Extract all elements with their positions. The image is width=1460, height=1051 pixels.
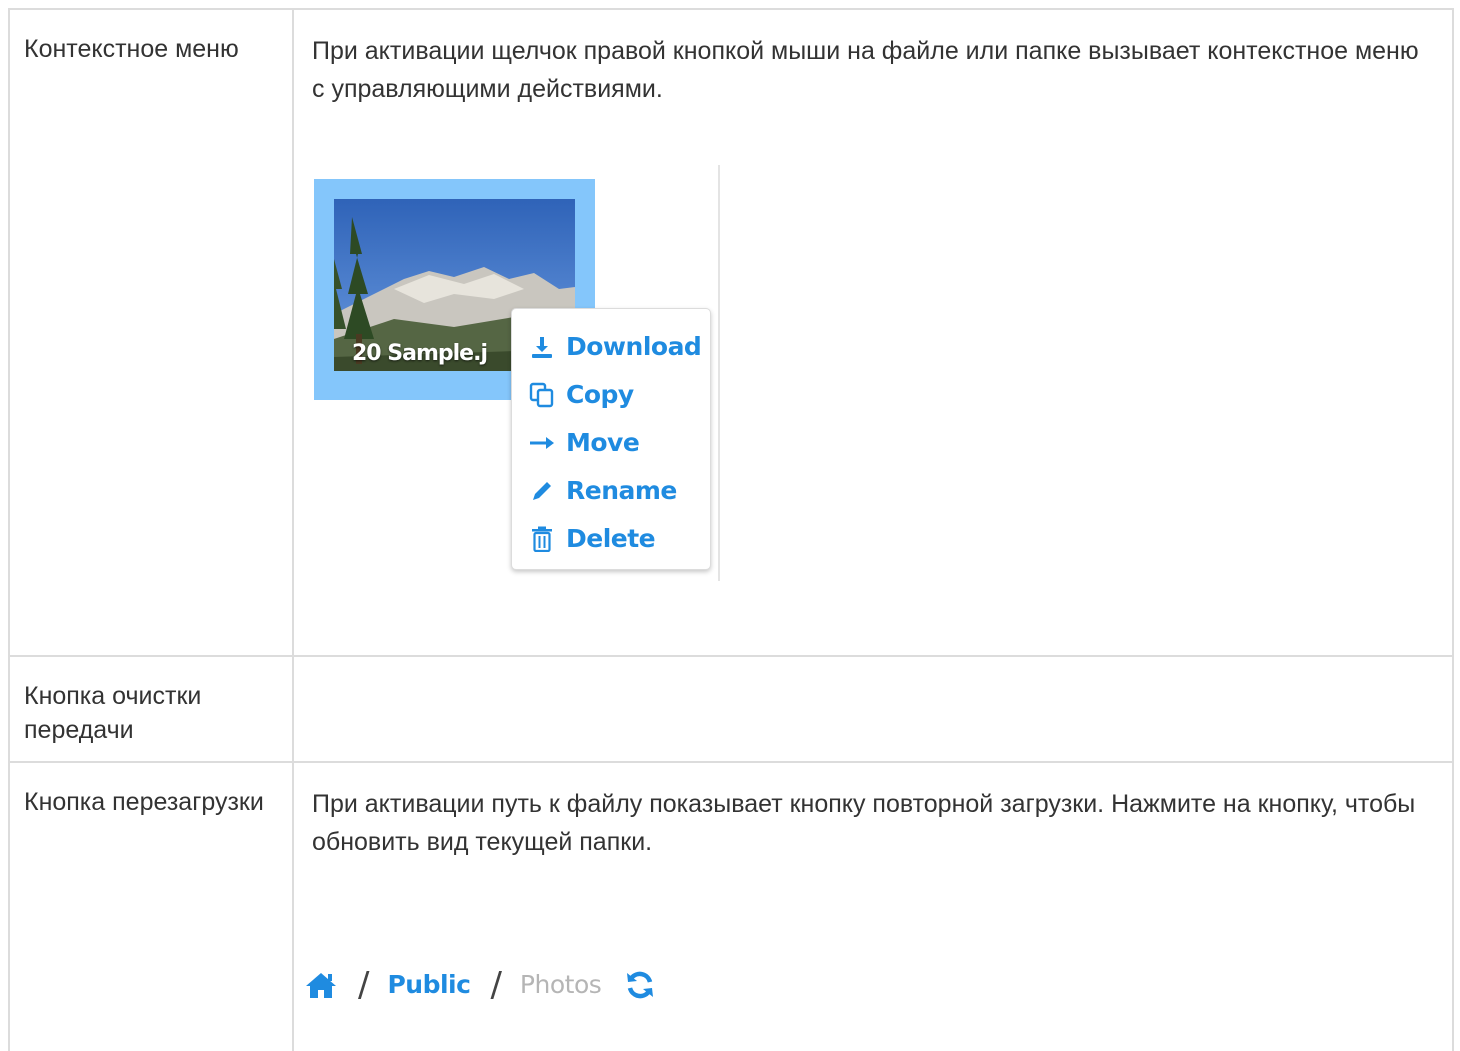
file-name-label: 20 Sample.j: [352, 341, 488, 366]
description-text: При активации путь к файлу показывает кн…: [312, 790, 1416, 856]
term-cell: Кнопка очистки передачи: [10, 657, 294, 761]
menu-item-label: Copy: [566, 380, 634, 409]
description-cell: При активации щелчок правой кнопкой мыши…: [294, 10, 1452, 655]
menu-item-delete[interactable]: Delete: [512, 515, 710, 563]
home-icon[interactable]: [304, 968, 338, 1002]
menu-item-move[interactable]: Move: [512, 419, 710, 467]
table-row-context-menu: Контекстное меню При активации щелчок пр…: [10, 10, 1452, 657]
breadcrumb-separator: /: [490, 965, 502, 1005]
breadcrumb: / Public / Photos: [304, 960, 655, 1010]
table-row-clear-transfer: Кнопка очистки передачи: [10, 657, 1452, 763]
menu-item-copy[interactable]: Copy: [512, 371, 710, 419]
menu-item-label: Download: [566, 332, 702, 361]
arrow-right-icon: [528, 429, 556, 457]
term-cell: Кнопка перезагрузки: [10, 763, 294, 1051]
breadcrumb-current-folder: Photos: [519, 970, 602, 999]
breadcrumb-link-public[interactable]: Public: [387, 966, 470, 1004]
context-menu: Download Copy Move Rename Delete: [511, 308, 711, 570]
menu-item-label: Delete: [566, 524, 656, 553]
description-cell: [294, 657, 1452, 761]
description-text: При активации щелчок правой кнопкой мыши…: [312, 37, 1419, 103]
table-row-reload: Кнопка перезагрузки При активации путь к…: [10, 763, 1452, 1051]
description-cell: При активации путь к файлу показывает кн…: [294, 763, 1452, 1051]
menu-item-label: Move: [566, 428, 640, 457]
term-cell: Контекстное меню: [10, 10, 294, 655]
breadcrumb-separator: /: [358, 965, 370, 1005]
figure-divider: [718, 165, 720, 581]
copy-icon: [528, 381, 556, 409]
menu-item-rename[interactable]: Rename: [512, 467, 710, 515]
refresh-icon[interactable]: [625, 970, 655, 1000]
download-icon: [528, 333, 556, 361]
trash-icon: [528, 525, 556, 553]
menu-item-download[interactable]: Download: [512, 323, 710, 371]
context-menu-screenshot: 20 Sample.j Download Copy Move Rename De…: [300, 165, 720, 583]
pencil-icon: [528, 477, 556, 505]
menu-item-label: Rename: [566, 476, 677, 505]
settings-table: Контекстное меню При активации щелчок пр…: [8, 8, 1454, 1051]
